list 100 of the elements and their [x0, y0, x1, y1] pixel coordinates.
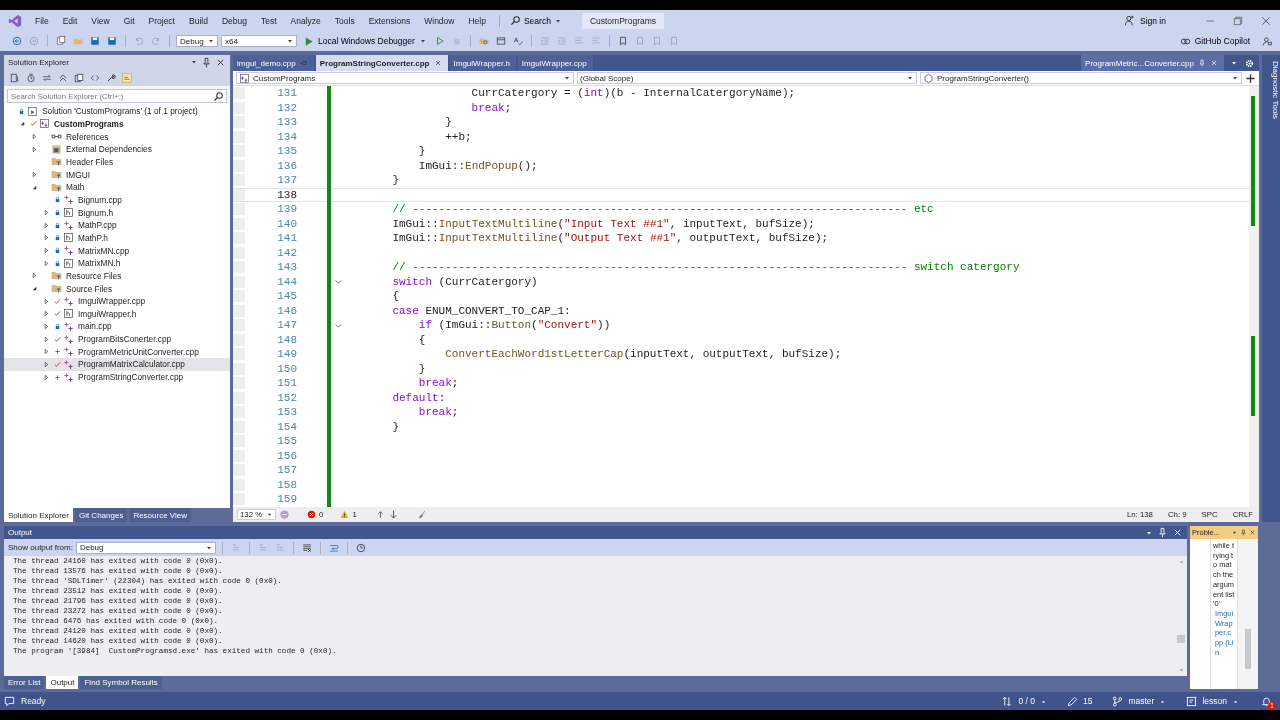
menu-item[interactable]: Build [182, 15, 215, 26]
tree-item[interactable]: ImguiWrapper.cpp [4, 294, 230, 308]
panel-tab[interactable]: Find Symbol Results [80, 676, 162, 689]
branch-button[interactable]: master [1110, 695, 1169, 707]
copilot-button[interactable]: GitHub Copilot [1176, 35, 1253, 47]
warning-icon[interactable] [340, 510, 350, 519]
tree-item[interactable]: Bignum.h [4, 206, 230, 219]
menu-item[interactable]: Tools [327, 15, 362, 26]
wrench-icon[interactable] [106, 72, 116, 83]
panel-tab[interactable]: Resource View [129, 508, 192, 522]
window-icon[interactable] [495, 36, 506, 46]
tree-item[interactable]: MathP.h [4, 231, 230, 245]
scroll-thumb[interactable] [1245, 629, 1251, 669]
feedback-icon[interactable] [1262, 36, 1272, 46]
member-dropdown[interactable]: ProgramStringConverter() [920, 72, 1242, 84]
tree-item[interactable]: ProgramMatrixCalculator.cpp [4, 358, 230, 371]
scrollbar[interactable] [1249, 86, 1259, 507]
clear-all-icon[interactable] [301, 542, 312, 553]
menu-item[interactable]: File [28, 15, 56, 26]
start-debugger-button[interactable]: Local Windows Debugger [300, 35, 430, 47]
menu-item[interactable]: View [84, 15, 117, 26]
tree-item[interactable]: ProgramBitsConerter.cpp [4, 332, 230, 346]
copy-pages-icon[interactable] [74, 72, 84, 83]
word-wrap-icon[interactable] [328, 542, 339, 553]
down-arrow-icon[interactable] [387, 509, 399, 520]
up-arrow-icon[interactable] [375, 510, 385, 519]
menu-item[interactable]: Test [253, 15, 284, 26]
two-way-arrows-icon[interactable] [42, 72, 52, 83]
collapsed-arrow-icon[interactable] [42, 259, 50, 267]
menu-item[interactable]: Window [417, 15, 462, 26]
play-outline-icon[interactable] [434, 36, 445, 46]
menu-item[interactable]: Debug [214, 15, 254, 26]
close-icon[interactable] [1172, 527, 1183, 538]
scroll-thumb[interactable] [1177, 635, 1185, 643]
brush-icon[interactable] [417, 510, 427, 519]
folder-search-icon[interactable] [478, 36, 489, 46]
menu-item[interactable]: Analyze [283, 15, 328, 26]
error-icon[interactable] [307, 510, 317, 519]
close-icon[interactable] [1260, 14, 1272, 27]
scope-dropdown[interactable]: (Global Scope) [577, 72, 917, 84]
menu-item[interactable]: Edit [55, 15, 85, 26]
output-source-dropdown[interactable]: Debug [75, 541, 216, 554]
menu-item[interactable]: Project [141, 15, 182, 26]
new-project-icon[interactable] [56, 36, 66, 46]
fold-chevron-icon[interactable] [333, 277, 343, 287]
collapsed-arrow-icon[interactable] [42, 310, 50, 318]
tree-item[interactable]: Source Files [4, 282, 230, 295]
editor-tab[interactable]: imgui_demo.cpp [233, 55, 314, 71]
collapsed-arrow-icon[interactable] [30, 145, 38, 153]
tree-item[interactable]: Math [4, 180, 230, 194]
code-brackets-icon[interactable] [90, 72, 100, 83]
tree-item[interactable]: main.cpp [4, 320, 230, 333]
chat-icon[interactable] [4, 695, 15, 707]
collapsed-arrow-icon[interactable] [30, 272, 38, 280]
search-button[interactable]: Search [505, 15, 570, 26]
caret-icon[interactable] [1231, 529, 1238, 536]
collapsed-arrow-icon[interactable] [42, 335, 50, 343]
tree-item[interactable]: ProgramMetricUnitConverter.cpp [4, 345, 230, 359]
collapsed-arrow-icon[interactable] [42, 209, 50, 217]
collapsed-arrow-icon[interactable] [30, 133, 38, 141]
back-arrow-icon[interactable] [12, 36, 22, 46]
tree-item[interactable]: References [4, 130, 230, 143]
collapsed-arrow-icon[interactable] [42, 234, 50, 242]
bell-icon[interactable] [1261, 695, 1272, 707]
tree-item[interactable]: IMGUI [4, 168, 230, 181]
collapsed-arrow-icon[interactable] [42, 360, 50, 368]
tree-item[interactable]: Bignum.cpp [4, 193, 230, 207]
sync-button[interactable]: 0 / 0 [1000, 695, 1049, 707]
tree-item[interactable]: CustomPrograms [4, 117, 230, 131]
tree-item[interactable]: ImguiWrapper.h [4, 307, 230, 321]
tree-item[interactable]: MatrixMN.cpp [4, 244, 230, 257]
collapsed-arrow-icon[interactable] [42, 297, 50, 305]
pin-icon[interactable] [1157, 527, 1168, 538]
tree-item[interactable]: Resource Files [4, 269, 230, 283]
panel-tab[interactable]: Solution Explorer [4, 508, 73, 522]
configuration-dropdown[interactable]: Debug [176, 35, 218, 47]
editor-tab[interactable]: ProgramStringConverter.cpp [315, 55, 448, 71]
repository-button[interactable]: lesson [1184, 695, 1241, 707]
restore-icon[interactable] [1232, 14, 1244, 27]
panel-tab[interactable]: Error List [4, 676, 45, 689]
tree-item[interactable]: External Dependencies [4, 142, 230, 156]
split-icon[interactable] [1245, 72, 1256, 84]
pin-icon[interactable] [201, 56, 212, 68]
changes-button[interactable]: 15 [1064, 695, 1095, 707]
side-tab[interactable]: Diagnostic Tools [1262, 55, 1280, 522]
save-icon[interactable] [90, 36, 100, 46]
collapsed-arrow-icon[interactable] [42, 348, 50, 356]
clock-icon[interactable] [355, 542, 366, 553]
tree-item[interactable]: Header Files [4, 155, 230, 169]
project-dropdown[interactable]: CustomPrograms [236, 72, 574, 84]
panel-tab[interactable]: Output [46, 676, 79, 689]
tree-item[interactable]: MathP.cpp [4, 218, 230, 232]
collapsed-arrow-icon[interactable] [42, 373, 50, 381]
pin-icon[interactable] [1240, 529, 1247, 536]
sync-document-icon[interactable] [10, 72, 20, 83]
save-icon[interactable] [107, 36, 117, 46]
menu-item[interactable]: Extensions [361, 15, 418, 26]
preview-icon[interactable] [122, 72, 132, 83]
caret-icon[interactable] [190, 58, 198, 66]
editor-tab[interactable]: ImguiWrapper.h [449, 55, 516, 71]
